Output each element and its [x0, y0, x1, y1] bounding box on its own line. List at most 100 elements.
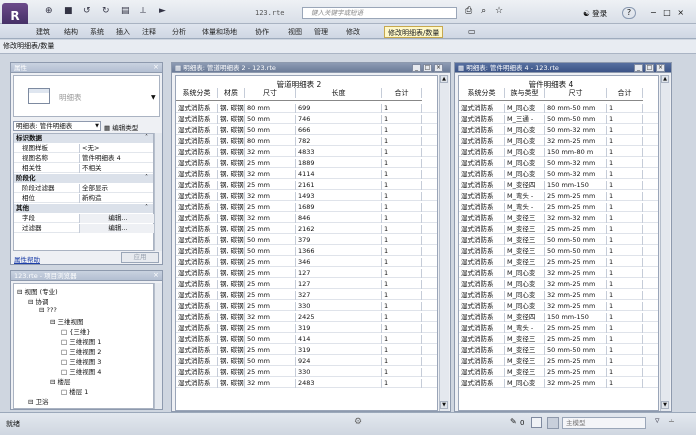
table-cell[interactable]: M_变径三	[505, 236, 545, 245]
table-cell[interactable]: 钢, 碳钢	[218, 269, 245, 278]
table-cell[interactable]: 25 mm	[245, 258, 296, 267]
browser-tree-item[interactable]: □ 三维视图 2	[61, 346, 101, 356]
resize-grip-icon[interactable]: ∸	[668, 417, 675, 426]
table-row[interactable]: 湿式消防系 钢, 碳钢 32 mm 4833 1	[176, 148, 437, 157]
table-row[interactable]: 湿式消防系 钢, 碳钢 25 mm 330 1	[176, 368, 437, 377]
table-cell[interactable]: 湿式消防系	[176, 137, 218, 146]
table-cell[interactable]: 1	[607, 269, 643, 278]
table-row[interactable]: 湿式消防系 M_同心变 32 mm-25 mm 1	[459, 302, 658, 311]
undo-icon[interactable]: ↺	[83, 6, 91, 18]
table-cell[interactable]: 699	[296, 104, 382, 113]
table-cell[interactable]: 湿式消防系	[459, 192, 505, 201]
column-header[interactable]: 尺寸	[545, 88, 607, 98]
tab-10[interactable]: 修改	[346, 26, 360, 38]
table-row[interactable]: 湿式消防系 钢, 碳钢 50 mm 1366 1	[176, 247, 437, 256]
table-cell[interactable]: 钢, 碳钢	[218, 104, 245, 113]
table-cell[interactable]: 330	[296, 368, 382, 377]
table-cell[interactable]: 湿式消防系	[176, 379, 218, 388]
table-cell[interactable]: 1689	[296, 203, 382, 212]
table-cell[interactable]: 1	[607, 368, 643, 377]
table-cell[interactable]: 1	[607, 280, 643, 289]
table-cell[interactable]: M_同心变	[505, 148, 545, 157]
table-cell[interactable]: 湿式消防系	[176, 335, 218, 344]
table-cell[interactable]: 钢, 碳钢	[218, 313, 245, 322]
table-cell[interactable]: 1	[607, 302, 643, 311]
table-cell[interactable]: 湿式消防系	[459, 258, 505, 267]
table-cell[interactable]: 32 mm	[245, 214, 296, 223]
expand-icon[interactable]: ⊟	[28, 398, 36, 406]
table-cell[interactable]: 湿式消防系	[459, 225, 505, 234]
table-cell[interactable]: 846	[296, 214, 382, 223]
table-cell[interactable]: 25 mm-25 mm	[545, 192, 607, 201]
table-cell[interactable]: 25 mm	[245, 280, 296, 289]
table-cell[interactable]: 1889	[296, 159, 382, 168]
table-cell[interactable]: M_变径三	[505, 346, 545, 355]
table-cell[interactable]: 钢, 碳钢	[218, 214, 245, 223]
table-cell[interactable]: 2425	[296, 313, 382, 322]
table-cell[interactable]: 1	[607, 115, 643, 124]
table-row[interactable]: 湿式消防系 钢, 碳钢 25 mm 2161 1	[176, 181, 437, 190]
table-cell[interactable]: M_同心变	[505, 104, 545, 113]
table-cell[interactable]: 2161	[296, 181, 382, 190]
more-icon[interactable]: ►	[159, 6, 166, 18]
table-cell[interactable]: 湿式消防系	[459, 236, 505, 245]
property-value[interactable]: 新构造	[80, 194, 155, 203]
table-cell[interactable]: 钢, 碳钢	[218, 170, 245, 179]
column-header[interactable]: 系统分类	[459, 88, 505, 98]
table-cell[interactable]: 钢, 碳钢	[218, 181, 245, 190]
table-cell[interactable]: M_同心变	[505, 126, 545, 135]
table-cell[interactable]: 湿式消防系	[176, 247, 218, 256]
table-row[interactable]: 湿式消防系 M_变径四 150 mm-150 1	[459, 181, 658, 190]
table-row[interactable]: 湿式消防系 M_同心变 50 mm-32 mm 1	[459, 159, 658, 168]
table-cell[interactable]: 1	[382, 357, 422, 366]
pipe-schedule-scrollbar[interactable]: ▲ ▼	[439, 75, 449, 411]
properties-help-link[interactable]: 属性帮助	[14, 254, 40, 264]
table-cell[interactable]: 25 mm	[245, 181, 296, 190]
table-row[interactable]: 湿式消防系 钢, 碳钢 25 mm 127 1	[176, 269, 437, 278]
table-cell[interactable]: 32 mm	[245, 192, 296, 201]
help-button[interactable]: ?	[622, 7, 636, 19]
maximize-button[interactable]: □	[645, 64, 654, 72]
table-cell[interactable]: 924	[296, 357, 382, 366]
table-row[interactable]: 湿式消防系 钢, 碳钢 32 mm 2483 1	[176, 379, 437, 388]
table-cell[interactable]: 湿式消防系	[176, 192, 218, 201]
table-row[interactable]: 湿式消防系 钢, 碳钢 25 mm 319 1	[176, 324, 437, 333]
table-cell[interactable]: 666	[296, 126, 382, 135]
expand-icon[interactable]: ⊟	[28, 298, 36, 306]
table-cell[interactable]: 32 mm-25 mm	[545, 137, 607, 146]
table-row[interactable]: 湿式消防系 钢, 碳钢 25 mm 346 1	[176, 258, 437, 267]
table-cell[interactable]: 50 mm	[245, 115, 296, 124]
table-cell[interactable]: 钢, 碳钢	[218, 148, 245, 157]
table-cell[interactable]: 钢, 碳钢	[218, 357, 245, 366]
table-row[interactable]: 湿式消防系 钢, 碳钢 32 mm 4114 1	[176, 170, 437, 179]
column-header[interactable]: 材质	[218, 88, 245, 98]
table-cell[interactable]: M_同心变	[505, 269, 545, 278]
table-cell[interactable]: 钢, 碳钢	[218, 379, 245, 388]
close-icon[interactable]: ×	[153, 271, 159, 279]
table-row[interactable]: 湿式消防系 M_弯头 -25 mm-25 mm 1	[459, 203, 658, 212]
table-cell[interactable]: 2162	[296, 225, 382, 234]
table-cell[interactable]: 钢, 碳钢	[218, 203, 245, 212]
table-cell[interactable]: 湿式消防系	[176, 302, 218, 311]
property-value[interactable]: 不相关	[80, 164, 155, 173]
table-cell[interactable]: 1	[382, 313, 422, 322]
table-cell[interactable]: 1	[607, 104, 643, 113]
table-row[interactable]: 湿式消防系 钢, 碳钢 32 mm 846 1	[176, 214, 437, 223]
property-value[interactable]: <无>	[80, 144, 155, 153]
table-cell[interactable]: 150 mm-150	[545, 313, 607, 322]
table-cell[interactable]: 湿式消防系	[176, 346, 218, 355]
table-cell[interactable]: 1	[607, 247, 643, 256]
table-cell[interactable]: 湿式消防系	[176, 236, 218, 245]
table-cell[interactable]: 1	[382, 104, 422, 113]
table-cell[interactable]: M_三通 -	[505, 115, 545, 124]
expand-icon[interactable]: ⊟	[50, 318, 58, 326]
table-cell[interactable]: 50 mm-32 mm	[545, 126, 607, 135]
type-selector-dropdown[interactable]: 明细表: 管件明细表 ▼	[13, 121, 101, 131]
browser-tree-item[interactable]: □ 三维视图 4	[61, 366, 101, 376]
table-cell[interactable]: 钢, 碳钢	[218, 126, 245, 135]
table-cell[interactable]: 150 mm-80 m	[545, 148, 607, 157]
table-cell[interactable]: 25 mm	[245, 368, 296, 377]
table-cell[interactable]: 1	[607, 159, 643, 168]
table-cell[interactable]: 32 mm	[245, 379, 296, 388]
table-cell[interactable]: 1	[382, 159, 422, 168]
